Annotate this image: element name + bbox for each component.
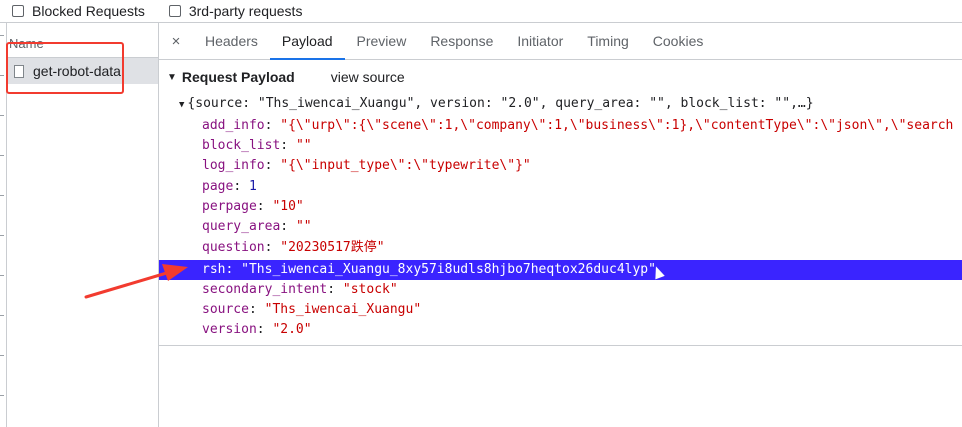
request-payload-header[interactable]: ▼ Request Payload view source (167, 69, 405, 85)
payload-property[interactable]: question: "20230517跌停" (202, 238, 385, 258)
payload-property[interactable]: perpage: "10" (202, 197, 304, 217)
expand-triangle-icon[interactable]: ▼ (167, 72, 177, 83)
property-key: question (202, 240, 265, 255)
payload-property[interactable]: block_list: "" (202, 136, 312, 156)
property-key: source (202, 302, 249, 317)
property-key: version (202, 322, 257, 337)
payload-property[interactable]: source: "Ths_iwencai_Xuangu" (202, 300, 421, 320)
property-key: query_area (202, 219, 281, 234)
property-value: "10" (272, 199, 304, 214)
details-tab-bar: × Headers Payload Preview Response Initi… (159, 23, 962, 60)
expand-triangle-icon[interactable]: ▼ (179, 100, 184, 110)
blocked-requests-checkbox[interactable]: Blocked Requests (12, 3, 145, 19)
third-party-requests-checkbox[interactable]: 3rd-party requests (168, 3, 303, 19)
tab-response[interactable]: Response (418, 23, 505, 59)
property-value: 1 (248, 179, 257, 194)
payload-property[interactable]: add_info: "{\"urp\":{\"scene\":1,\"compa… (202, 116, 953, 136)
property-key: block_list (202, 138, 281, 153)
payload-property-highlighted[interactable]: rsh: "Ths_iwencai_Xuangu_8xy57i8udls8hjb… (202, 260, 656, 280)
summary-text: {source: "Ths_iwencai_Xuangu", version: … (187, 96, 814, 111)
tab-initiator[interactable]: Initiator (505, 23, 575, 59)
annotation-highlight-box (6, 42, 124, 94)
property-key: page (202, 179, 234, 194)
payload-property[interactable]: secondary_intent: "stock" (202, 280, 398, 300)
checkbox-icon (168, 5, 181, 17)
property-key: rsh (202, 262, 226, 277)
tab-preview[interactable]: Preview (345, 23, 419, 59)
third-party-requests-label: 3rd-party requests (188, 3, 303, 19)
panel-divider (159, 345, 962, 346)
payload-property[interactable]: version: "2.0" (202, 320, 312, 340)
view-source-link[interactable]: view source (331, 69, 405, 85)
property-key: secondary_intent (202, 282, 328, 297)
property-key: add_info (202, 118, 265, 133)
tab-cookies[interactable]: Cookies (641, 23, 716, 59)
property-key: perpage (202, 199, 257, 214)
filter-bar: Blocked Requests 3rd-party requests (0, 0, 962, 23)
property-value: "2.0" (272, 322, 312, 337)
property-value: "Ths_iwencai_Xuangu_8xy57i8udls8hjbo7heq… (241, 262, 656, 277)
tab-payload[interactable]: Payload (269, 23, 345, 60)
property-value: "{\"urp\":{\"scene\":1,\"company\":1,\"b… (280, 118, 954, 133)
property-value: "stock" (342, 282, 398, 297)
payload-property[interactable]: page: 1 (202, 177, 257, 197)
close-icon[interactable]: × (159, 23, 193, 59)
property-value: "" (295, 138, 312, 153)
property-value: "20230517跌停" (280, 240, 385, 255)
property-value: "" (295, 219, 312, 234)
payload-property[interactable]: log_info: "{\"input_type\":\"typewrite\"… (202, 156, 531, 176)
payload-property[interactable]: query_area: "" (202, 217, 312, 237)
payload-summary[interactable]: ▼ {source: "Ths_iwencai_Xuangu", version:… (179, 94, 814, 114)
payload-panel: ▼ Request Payload view source ▼ {source: … (159, 60, 962, 345)
section-title: Request Payload (181, 69, 295, 85)
property-key: log_info (202, 158, 265, 173)
blocked-requests-label: Blocked Requests (32, 3, 145, 19)
property-value: "{\"input_type\":\"typewrite\"}" (280, 158, 531, 173)
tab-timing[interactable]: Timing (575, 23, 641, 59)
property-value: "Ths_iwencai_Xuangu" (264, 302, 422, 317)
checkbox-icon (12, 5, 24, 17)
tab-headers[interactable]: Headers (193, 23, 270, 59)
